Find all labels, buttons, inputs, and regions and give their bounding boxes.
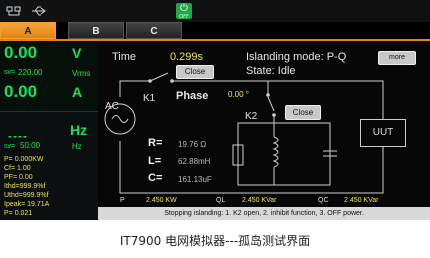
voltage-setpoint-label: sv=: [4, 69, 16, 76]
current-unit: A: [72, 84, 83, 100]
ac-source-label: AC: [105, 101, 119, 112]
network-icon: [6, 3, 22, 19]
inductive-reactive-label: QL: [216, 197, 226, 204]
islanding-mode: Islanding mode: P-Q: [246, 51, 347, 63]
frequency-setpoint-unit: Hz: [72, 142, 82, 151]
k1-close-button[interactable]: Close: [176, 65, 214, 79]
frequency-unit: Hz: [70, 122, 88, 138]
capacitance-value[interactable]: 161.13uF: [178, 175, 212, 184]
tab-phase-b[interactable]: B: [68, 22, 124, 39]
phase-value: 0.00 °: [228, 90, 249, 99]
capacitance-label: C=: [148, 172, 163, 184]
more-button[interactable]: more: [378, 51, 416, 65]
resistance-value[interactable]: 19.76 Ω: [178, 140, 206, 149]
capacitive-reactive-value[interactable]: 2.450 KVar: [344, 197, 379, 204]
tab-phase-c[interactable]: C: [126, 22, 182, 39]
inductive-reactive-value[interactable]: 2.450 KVar: [242, 197, 277, 204]
stat-crest-factor: Cf= 1.00: [4, 165, 31, 172]
frequency-setpoint[interactable]: 50.00: [20, 141, 40, 150]
voltage-setpoint[interactable]: 220.00: [18, 68, 42, 77]
usb-icon: [30, 3, 48, 19]
voltage-unit: V: [72, 45, 82, 61]
stat-uthd: Uthd=999.9%f: [4, 192, 49, 199]
status-message: Stopping islanding: 1. K2 open, 2. inhib…: [98, 207, 430, 220]
status-bar: ⏻ OFF: [0, 0, 430, 22]
stat-power-factor: PF= 0.00: [4, 174, 33, 181]
inductance-value[interactable]: 62.88mH: [178, 157, 210, 166]
islanding-panel: Time 0.299s Close K1 Phase 0.00 ° Island…: [98, 41, 430, 220]
resistance-label: R=: [148, 137, 163, 149]
stat-ithd: Ithd=999.9%f: [4, 183, 46, 190]
phase-label: Phase: [176, 90, 209, 102]
uut-box: UUT: [360, 119, 406, 147]
k1-label: K1: [143, 93, 156, 104]
stat-power: P= 0.000KW: [4, 156, 44, 163]
meter-panel: 0.00 V sv= 220.00 Vrms 0.00 A ---- Hz sv…: [0, 41, 98, 220]
instrument-screen: ⏻ OFF A B C 0.00 V sv= 220.00 Vrms 0.00 …: [0, 0, 430, 220]
stat-extra: P= 0.021: [4, 210, 33, 217]
capacitive-reactive-label: QC: [318, 197, 329, 204]
voltage-reading: 0.00: [4, 43, 38, 62]
power-state-label: OFF: [179, 14, 189, 20]
figure-caption: IT7900 电网模拟器---孤岛测试界面: [119, 234, 311, 248]
islanding-state: State: Idle: [246, 65, 296, 77]
active-power-value[interactable]: 2.450 KW: [146, 197, 177, 204]
voltage-rms-unit: Vrms: [72, 69, 91, 78]
stat-ipeak: Ipeak= 19.71A: [4, 201, 50, 208]
active-power-label: P: [120, 197, 125, 204]
current-reading: 0.00: [4, 82, 38, 101]
k2-label: K2: [245, 111, 258, 122]
inductance-label: L=: [148, 155, 162, 167]
time-value: 0.299s: [170, 51, 204, 63]
k2-close-button[interactable]: Close: [285, 105, 321, 120]
tab-phase-a[interactable]: A: [0, 22, 56, 39]
frequency-panel: ---- Hz sv= 50.00 Hz P= 0.000KW Cf= 1.00…: [0, 111, 98, 220]
frequency-setpoint-label: sv=: [4, 143, 16, 150]
time-label: Time: [112, 51, 137, 63]
